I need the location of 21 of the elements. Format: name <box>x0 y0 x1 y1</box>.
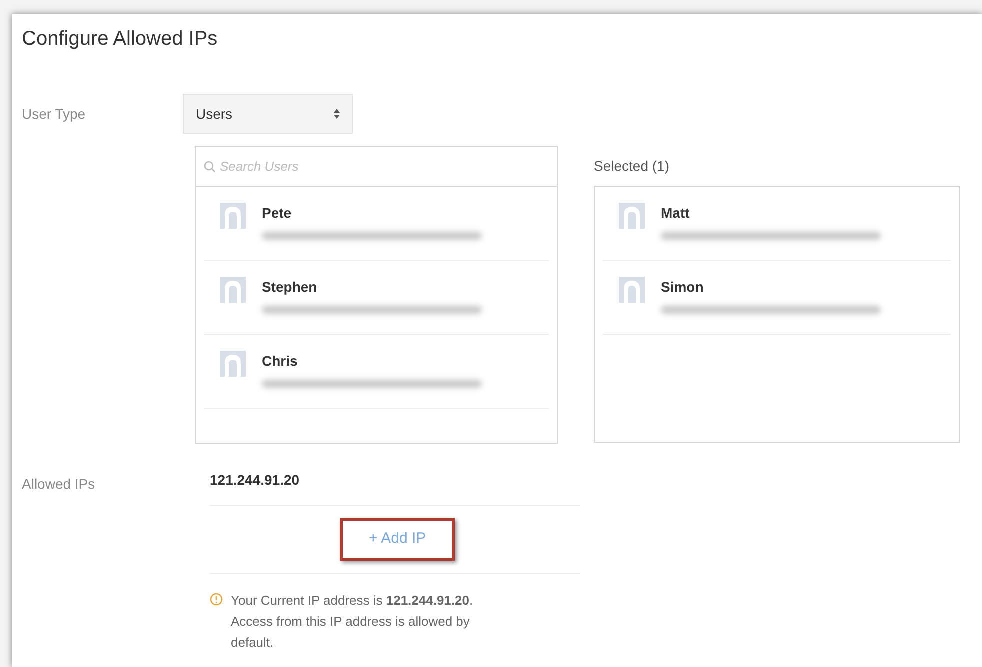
warning-icon <box>210 592 223 606</box>
window-title: Configure Allowed IPs <box>22 27 218 52</box>
user-name: Chris <box>262 352 299 371</box>
sort-arrows-icon <box>334 109 340 119</box>
search-field[interactable]: Search Users <box>220 156 549 176</box>
field-label: User Type <box>22 104 87 124</box>
search-icon <box>204 160 216 172</box>
user-type-select[interactable]: Users <box>183 94 353 134</box>
avatar-icon <box>619 203 645 229</box>
avatar-icon <box>220 351 246 377</box>
user-name: Stephen <box>262 278 318 297</box>
user-name: Matt <box>661 204 691 223</box>
user-name: Simon <box>661 278 705 297</box>
user-name: Pete <box>262 204 293 223</box>
avatar-icon <box>220 203 246 229</box>
ip-address: 121.244.91.20 <box>210 470 580 506</box>
ip-notice: Your Current IP address is 121.244.91.20. Access from this IP address is allowed by default. <box>231 592 474 652</box>
field-label: Allowed IPs <box>22 475 96 494</box>
selected-heading: Selected (1) <box>594 156 670 176</box>
avatar-icon <box>619 277 645 303</box>
avatar-icon <box>220 277 246 303</box>
